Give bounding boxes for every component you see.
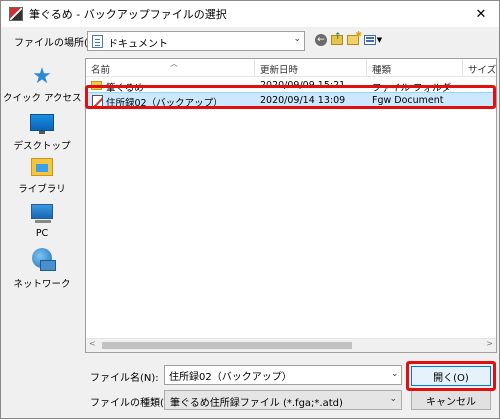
filename-label: ファイル名(N): [90,373,159,384]
scroll-left-arrow-icon[interactable]: < [89,339,96,348]
filetype-dropdown[interactable]: 筆ぐるめ住所録ファイル (*.fga;*.atd) ⌄ [164,390,402,410]
column-header-size[interactable]: サイズ [468,62,496,76]
location-label: ファイルの場所(I): [14,38,99,49]
place-desktop[interactable]: デスクトップ [3,114,81,152]
column-divider[interactable] [366,59,367,77]
title-bar: 筆ぐるめ - バックアップファイルの選択 ✕ [1,1,499,27]
file-open-dialog: 筆ぐるめ - バックアップファイルの選択 ✕ ファイルの場所(I): ドキュメン… [0,0,500,419]
chevron-down-icon: ⌄ [293,34,301,44]
place-label: クイック アクセス [3,93,82,104]
desktop-icon [30,114,54,134]
column-header-row: 名前 ︿ 更新日時 種類 サイズ [86,59,496,77]
places-bar: ★ クイック アクセス デスクトップ ライブラリ PC ネットワーク [3,58,82,360]
network-icon [32,248,56,271]
close-button[interactable]: ✕ [463,1,499,27]
view-menu-button[interactable]: ▼ [362,32,384,48]
column-header-modified[interactable]: 更新日時 [260,62,298,76]
filetype-value: 筆ぐるめ住所録ファイル (*.fga;*.atd) [170,398,343,409]
library-icon [31,158,53,176]
up-folder-icon [331,32,343,45]
location-value: ドキュメント [108,39,168,50]
new-folder-icon [347,30,362,45]
place-library[interactable]: ライブラリ [3,158,81,195]
horizontal-scrollbar[interactable]: < > [86,338,496,352]
place-network[interactable]: ネットワーク [3,248,81,290]
scrollbar-thumb[interactable] [102,342,352,349]
new-folder-button[interactable] [346,30,362,48]
dropdown-arrow-icon: ▼ [376,36,383,44]
place-pc[interactable]: PC [3,204,81,239]
window-title: 筆ぐるめ - バックアップファイルの選択 [29,8,227,21]
app-icon [9,7,23,21]
filename-input[interactable] [164,365,402,385]
chevron-down-icon: ⌄ [389,394,397,404]
selected-file-highlight [85,85,496,109]
cancel-button[interactable]: キャンセル [411,390,491,410]
place-label: ライブラリ [18,184,66,195]
pc-icon [31,204,53,223]
back-arrow-icon: ← [315,34,327,46]
view-list-icon [363,35,376,45]
sort-ascending-icon: ︿ [170,59,178,68]
place-label: ネットワーク [13,279,71,290]
column-header-name[interactable]: 名前 [91,62,110,76]
place-label: デスクトップ [13,141,71,152]
scroll-right-arrow-icon[interactable]: > [486,339,493,348]
location-dropdown[interactable]: ドキュメント ⌄ [87,31,305,51]
place-label: PC [35,228,49,239]
column-divider[interactable] [462,59,463,77]
documents-folder-icon [92,35,103,48]
chevron-down-icon[interactable]: ⌄ [391,369,399,379]
up-folder-button[interactable] [330,32,344,48]
location-row: ファイルの場所(I): ドキュメント ⌄ [1,29,499,53]
column-header-type[interactable]: 種類 [372,62,391,76]
back-button[interactable]: ← [314,32,328,48]
star-icon: ★ [32,64,52,89]
column-divider[interactable] [254,59,255,77]
place-quick-access[interactable]: ★ クイック アクセス [3,64,82,105]
open-button-highlight [406,361,496,391]
